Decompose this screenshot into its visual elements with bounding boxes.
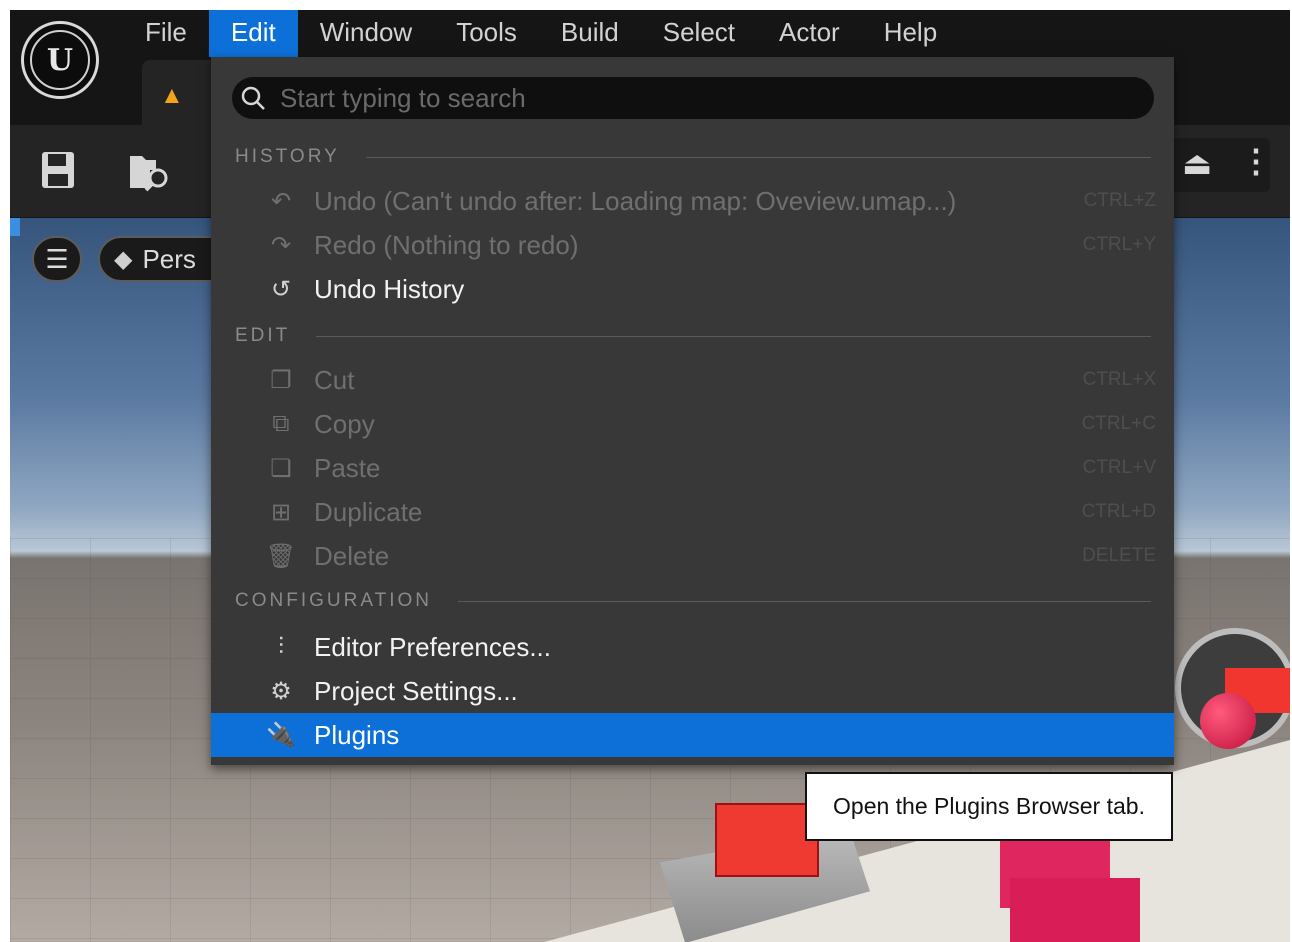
- menu-item-shortcut: CTRL+Z: [1083, 190, 1156, 211]
- menu-item-label: Paste: [314, 452, 381, 483]
- menu-item-label: Plugins: [314, 719, 400, 750]
- more-options-icon[interactable]: ⋮: [1240, 142, 1272, 180]
- red-ball: [1200, 693, 1256, 749]
- redo-icon: ↷: [270, 231, 292, 259]
- cube-icon: ◆: [114, 245, 133, 273]
- sliders-icon: ⫶: [278, 633, 284, 660]
- menu-item-undo[interactable]: ↶ Undo (Can't undo after: Loading map: O…: [211, 179, 1174, 223]
- edit-dropdown-menu: HISTORY ↶ Undo (Can't undo after: Loadin…: [211, 57, 1174, 765]
- menu-tools[interactable]: Tools: [434, 10, 539, 57]
- pink-block: [1010, 878, 1140, 942]
- menu-item-cut[interactable]: ❐ Cut CTRL+X: [211, 358, 1174, 402]
- divider: [457, 600, 1151, 602]
- unreal-logo-icon[interactable]: U: [21, 21, 99, 99]
- search-input[interactable]: [278, 81, 1142, 115]
- menu-item-label: Undo (Can't undo after: Loading map: Ove…: [314, 185, 957, 216]
- section-edit-header: EDIT: [235, 324, 1151, 348]
- project-settings-icon: ⚙: [270, 677, 292, 705]
- duplicate-icon: ⊞: [270, 498, 292, 526]
- menu-item-shortcut: CTRL+C: [1081, 413, 1156, 434]
- menu-build[interactable]: Build: [539, 10, 641, 57]
- undo-icon: ↶: [270, 187, 292, 215]
- menu-bar: File Edit Window Tools Build Select Acto…: [123, 10, 959, 57]
- menu-item-shortcut: CTRL+X: [1082, 369, 1156, 390]
- section-configuration-header: CONFIGURATION: [235, 589, 1151, 613]
- menu-item-label: Duplicate: [314, 496, 423, 527]
- paste-icon: ❏: [270, 454, 292, 482]
- viewport-menu-button[interactable]: ☰: [32, 236, 82, 282]
- divider: [365, 156, 1151, 158]
- plugins-tooltip: Open the Plugins Browser tab.: [805, 772, 1173, 841]
- section-label: EDIT: [235, 325, 291, 346]
- menu-item-label: Redo (Nothing to redo): [314, 229, 579, 260]
- menu-file[interactable]: File: [123, 10, 209, 57]
- menu-item-label: Project Settings...: [314, 675, 518, 706]
- viewport-active-indicator: [10, 218, 20, 236]
- trash-icon: 🗑: [265, 542, 297, 570]
- undo-history-icon: ↺: [270, 275, 292, 303]
- menu-item-redo[interactable]: ↷ Redo (Nothing to redo) CTRL+Y: [211, 223, 1174, 267]
- perspective-label: Pers: [142, 243, 196, 274]
- menu-item-shortcut: CTRL+D: [1081, 501, 1156, 522]
- menu-help[interactable]: Help: [862, 10, 959, 57]
- menu-item-label: Cut: [314, 364, 355, 395]
- menu-item-copy[interactable]: ⧉ Copy CTRL+C: [211, 402, 1174, 446]
- menu-item-plugins[interactable]: 🔌 Plugins: [211, 713, 1174, 757]
- menu-item-paste[interactable]: ❏ Paste CTRL+V: [211, 446, 1174, 490]
- menu-item-label: Delete: [314, 540, 390, 571]
- menu-item-undo-history[interactable]: ↺ Undo History: [211, 267, 1174, 311]
- section-label: CONFIGURATION: [235, 590, 432, 611]
- eject-icon[interactable]: ⏏: [1182, 144, 1212, 182]
- menu-search-box[interactable]: [232, 77, 1154, 119]
- menu-item-editor-preferences[interactable]: ⫶ Editor Preferences...: [211, 625, 1174, 669]
- save-icon[interactable]: [40, 150, 76, 199]
- menu-item-shortcut: CTRL+Y: [1082, 234, 1156, 255]
- red-glowing-block: [715, 803, 819, 877]
- hamburger-icon: ☰: [45, 243, 69, 274]
- menu-item-delete[interactable]: 🗑 Delete DELETE: [211, 534, 1174, 578]
- level-warning-icon: ▲: [160, 82, 184, 109]
- unreal-editor-window: U File Edit Window Tools Build Select Ac…: [10, 10, 1290, 942]
- divider: [316, 335, 1151, 337]
- logo-glyph: U: [30, 30, 90, 90]
- menu-item-duplicate[interactable]: ⊞ Duplicate CTRL+D: [211, 490, 1174, 534]
- toolbar-right-group: ⏏ ⋮: [1168, 138, 1272, 192]
- menu-item-label: Editor Preferences...: [314, 631, 551, 662]
- menu-item-label: Copy: [314, 408, 375, 439]
- menu-actor[interactable]: Actor: [757, 10, 862, 57]
- menu-item-label: Undo History: [314, 273, 465, 304]
- section-history-header: HISTORY: [235, 145, 1151, 169]
- cut-icon: ❐: [270, 366, 292, 394]
- plugin-icon: 🔌: [266, 721, 296, 749]
- menu-item-project-settings[interactable]: ⚙ Project Settings...: [211, 669, 1174, 713]
- menu-window[interactable]: Window: [298, 10, 434, 57]
- menu-item-shortcut: DELETE: [1082, 545, 1156, 566]
- browse-content-icon[interactable]: [128, 150, 174, 201]
- search-icon: [241, 86, 265, 110]
- menu-select[interactable]: Select: [641, 10, 757, 57]
- section-label: HISTORY: [235, 146, 340, 167]
- copy-icon: ⧉: [272, 410, 290, 437]
- menu-edit[interactable]: Edit: [208, 10, 298, 57]
- menu-item-shortcut: CTRL+V: [1082, 457, 1156, 478]
